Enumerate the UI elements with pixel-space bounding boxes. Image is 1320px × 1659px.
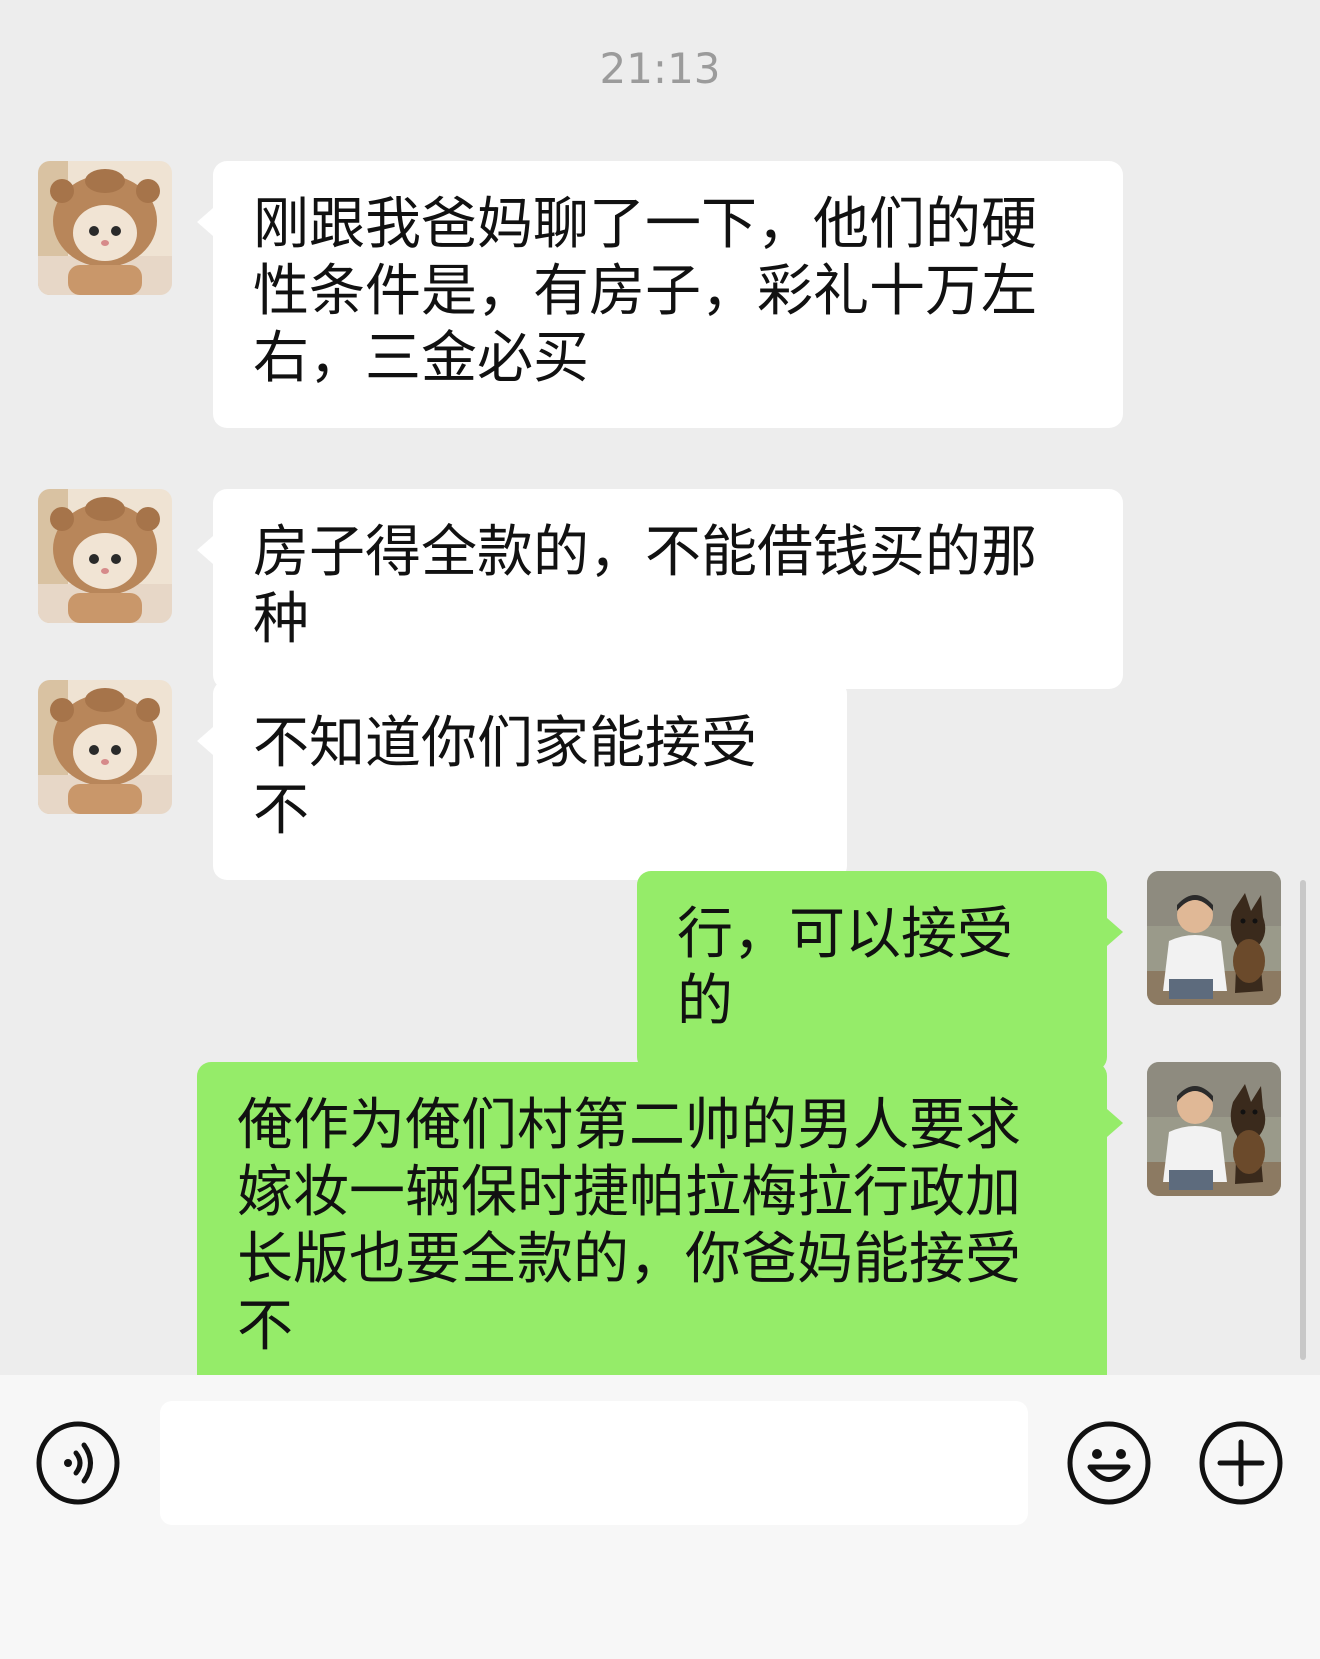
voice-button[interactable]	[35, 1420, 121, 1506]
emoji-icon	[1067, 1421, 1151, 1505]
outgoing-message-bubble[interactable]: 俺作为俺们村第二帅的男人要求嫁妆一辆保时捷帕拉梅拉行政加长版也要全款的，你爸妈能…	[197, 1062, 1107, 1396]
chat-scrollbar[interactable]	[1300, 880, 1306, 1360]
more-button[interactable]	[1198, 1420, 1284, 1506]
contact-avatar[interactable]	[38, 489, 172, 623]
bubble-tail	[197, 727, 213, 755]
contact-avatar[interactable]	[38, 161, 172, 295]
voice-icon	[36, 1421, 120, 1505]
message-input[interactable]	[160, 1401, 1028, 1525]
bubble-tail	[1107, 1109, 1123, 1137]
self-avatar[interactable]	[1147, 871, 1281, 1005]
outgoing-message-bubble[interactable]: 行，可以接受的	[637, 871, 1107, 1071]
incoming-message-bubble[interactable]: 刚跟我爸妈聊了一下，他们的硬性条件是，有房子，彩礼十万左右，三金必买	[213, 161, 1123, 428]
incoming-message-bubble[interactable]: 不知道你们家能接受不	[213, 680, 847, 880]
plus-icon	[1199, 1421, 1283, 1505]
input-bar	[0, 1375, 1320, 1659]
emoji-button[interactable]	[1066, 1420, 1152, 1506]
bubble-tail	[197, 536, 213, 564]
chat-area[interactable]: 21:13 刚跟我爸妈聊了一下，他们的硬性条件是，有房子，彩礼十万左右，三金必买…	[0, 0, 1320, 1396]
incoming-message-bubble[interactable]: 房子得全款的，不能借钱买的那种	[213, 489, 1123, 689]
bubble-tail	[197, 208, 213, 236]
bubble-tail	[1107, 918, 1123, 946]
self-avatar[interactable]	[1147, 1062, 1281, 1196]
contact-avatar[interactable]	[38, 680, 172, 814]
message-timestamp: 21:13	[599, 44, 721, 93]
